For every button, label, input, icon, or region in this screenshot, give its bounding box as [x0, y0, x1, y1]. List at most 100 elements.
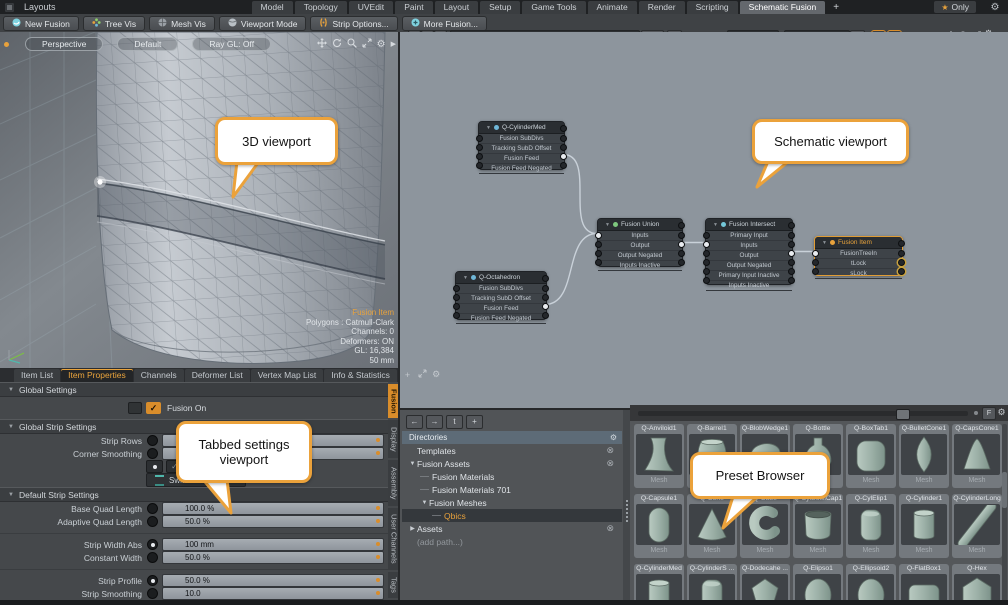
input-port[interactable] [703, 259, 710, 266]
preset-q-boxtab1[interactable]: Q-BoxTab1Mesh [846, 424, 896, 488]
add-directory-button[interactable]: + [466, 415, 483, 429]
up-level-button[interactable]: t [446, 415, 463, 429]
output-port[interactable] [788, 277, 795, 284]
preset-q-elipso1[interactable]: Q-Elipso1Mesh [793, 564, 843, 605]
input-port[interactable] [476, 135, 483, 142]
filter-icon[interactable]: ▼ [605, 222, 610, 228]
input-port[interactable] [703, 250, 710, 257]
output-port[interactable] [678, 259, 685, 266]
slider-handle-icon[interactable] [376, 451, 380, 455]
preset-q-cylindermed[interactable]: Q-CylinderMedMesh [634, 564, 684, 605]
output-port[interactable] [678, 232, 685, 239]
input-port[interactable] [703, 241, 710, 248]
output-port[interactable] [788, 250, 795, 257]
preset-q-cylelip1[interactable]: Q-CylElip1Mesh [846, 494, 896, 558]
tree-vis-button[interactable]: Tree Vis [83, 16, 145, 31]
constant-width-slider[interactable]: 50.0 % [162, 551, 384, 564]
output-port[interactable] [678, 250, 685, 257]
output-port[interactable] [898, 250, 905, 257]
expand-icon[interactable] [362, 38, 372, 50]
scrollbar-thumb[interactable] [1002, 472, 1007, 508]
dir-item-assets[interactable]: ▶Assets⊗ [402, 522, 622, 535]
section-global-settings[interactable]: ▼Global Settings [0, 382, 388, 397]
dir-item-fusion-materials-701[interactable]: Fusion Materials 701 [402, 483, 622, 496]
mini-toggle[interactable] [147, 539, 158, 550]
preset-q-capscone1[interactable]: Q-CapsCone1Mesh [952, 424, 1002, 488]
collapse-icon[interactable]: ▼ [8, 424, 14, 430]
output-port[interactable] [560, 135, 567, 142]
output-port[interactable] [560, 144, 567, 151]
node-fusion-intersect[interactable]: ▼Fusion IntersectPrimary InputInputsOutp… [705, 218, 793, 285]
new-tab-button[interactable]: + [398, 369, 417, 382]
dir-item-templates[interactable]: Templates⊗ [402, 444, 622, 457]
panel-splitter[interactable] [623, 410, 630, 605]
schematic-viewport[interactable]: ▼Q-CylinderMedFusion SubDivsTracking Sub… [400, 32, 1008, 408]
gear-icon[interactable]: ⚙ [996, 407, 1007, 418]
input-port[interactable] [703, 232, 710, 239]
base-quad-length-slider[interactable]: 100.0 % [162, 502, 384, 515]
more-fusion-button[interactable]: More Fusion... [402, 16, 487, 31]
gear-icon[interactable]: ⚙ [432, 369, 440, 380]
mini-toggle[interactable] [147, 575, 158, 586]
menu-tab-uvedit[interactable]: UVEdit [349, 1, 393, 14]
thumbnail-size-slider[interactable] [638, 411, 968, 416]
slider-handle-icon[interactable] [376, 591, 380, 595]
preset-q-cylinders[interactable]: Q-CylinderS ...Mesh [687, 564, 737, 605]
output-port[interactable] [542, 285, 549, 292]
forward-button[interactable]: → [426, 415, 443, 429]
only-filter-button[interactable]: ★ Only [934, 1, 976, 13]
mini-toggle[interactable] [147, 448, 158, 459]
input-port[interactable] [812, 268, 819, 275]
dir-item-qbics[interactable]: Qbics [402, 509, 622, 522]
adaptive-quad-length-slider[interactable]: 50.0 % [162, 515, 384, 528]
preset-q-cylinderlong[interactable]: Q-CylinderLongMesh [952, 494, 1002, 558]
filter-button[interactable]: F [982, 407, 996, 420]
preset-q-cylbowlcap1[interactable]: Q-CylBowlCap1Mesh [793, 494, 843, 558]
slider-handle-icon[interactable] [376, 578, 380, 582]
expand-icon[interactable] [418, 369, 427, 380]
layouts-menu[interactable]: Layouts [24, 2, 56, 12]
new-tab-button[interactable]: + [827, 1, 845, 14]
output-port[interactable] [788, 268, 795, 275]
menu-tab-paint[interactable]: Paint [395, 1, 432, 14]
flyout-icon[interactable]: ▶ [391, 40, 396, 48]
output-port[interactable] [788, 241, 795, 248]
preset-q-cylinder1[interactable]: Q-Cylinder1Mesh [899, 494, 949, 558]
tab-item-list[interactable]: Item List [14, 369, 60, 382]
slider-handle-icon[interactable] [376, 555, 380, 559]
zoom-icon[interactable] [347, 38, 357, 50]
slider-handle-icon[interactable] [376, 438, 380, 442]
mini-toggle[interactable] [147, 503, 158, 514]
remove-path-icon[interactable]: ⊗ [606, 445, 614, 456]
output-port[interactable] [898, 268, 905, 275]
strip-width-abs-slider[interactable]: 100 mm [162, 538, 384, 551]
preset-q-cone[interactable]: Q-ConeMesh [687, 494, 737, 558]
perspective-button[interactable]: Perspective [25, 37, 103, 51]
tab-vertex-map-list[interactable]: Vertex Map List [251, 369, 324, 382]
tab-info-statistics[interactable]: Info & Statistics [324, 369, 397, 382]
menu-tab-topology[interactable]: Topology [295, 1, 347, 14]
filter-icon[interactable]: ▼ [463, 275, 468, 281]
input-port[interactable] [595, 232, 602, 239]
preset-q-bulletcone1[interactable]: Q-BulletCone1Mesh [899, 424, 949, 488]
rotate-icon[interactable] [332, 38, 342, 50]
node-output-port[interactable] [560, 125, 567, 132]
remove-path-icon[interactable]: ⊗ [606, 523, 614, 534]
preset-q-dodecahe[interactable]: Q-Dodecahe ...Mesh [740, 564, 790, 605]
input-port[interactable] [595, 259, 602, 266]
dir-item-fusion-meshes[interactable]: ▼Fusion Meshes [402, 496, 622, 509]
input-port[interactable] [453, 312, 460, 319]
output-port[interactable] [788, 259, 795, 266]
menu-tab-animate[interactable]: Animate [588, 1, 637, 14]
slider-handle-icon[interactable] [376, 506, 380, 510]
output-port[interactable] [560, 153, 567, 160]
input-port[interactable] [476, 162, 483, 169]
mini-toggle[interactable] [147, 516, 158, 527]
collapse-icon[interactable]: ▼ [8, 387, 14, 393]
input-port[interactable] [595, 250, 602, 257]
node-output-port[interactable] [678, 222, 685, 229]
dir-item-fusion-assets[interactable]: ▼Fusion Assets⊗ [402, 457, 622, 470]
strip-options-button[interactable]: Strip Options... [310, 16, 397, 31]
mini-toggle[interactable] [147, 435, 158, 446]
node-q-cylindermed[interactable]: ▼Q-CylinderMedFusion SubDivsTracking Sub… [478, 121, 565, 170]
